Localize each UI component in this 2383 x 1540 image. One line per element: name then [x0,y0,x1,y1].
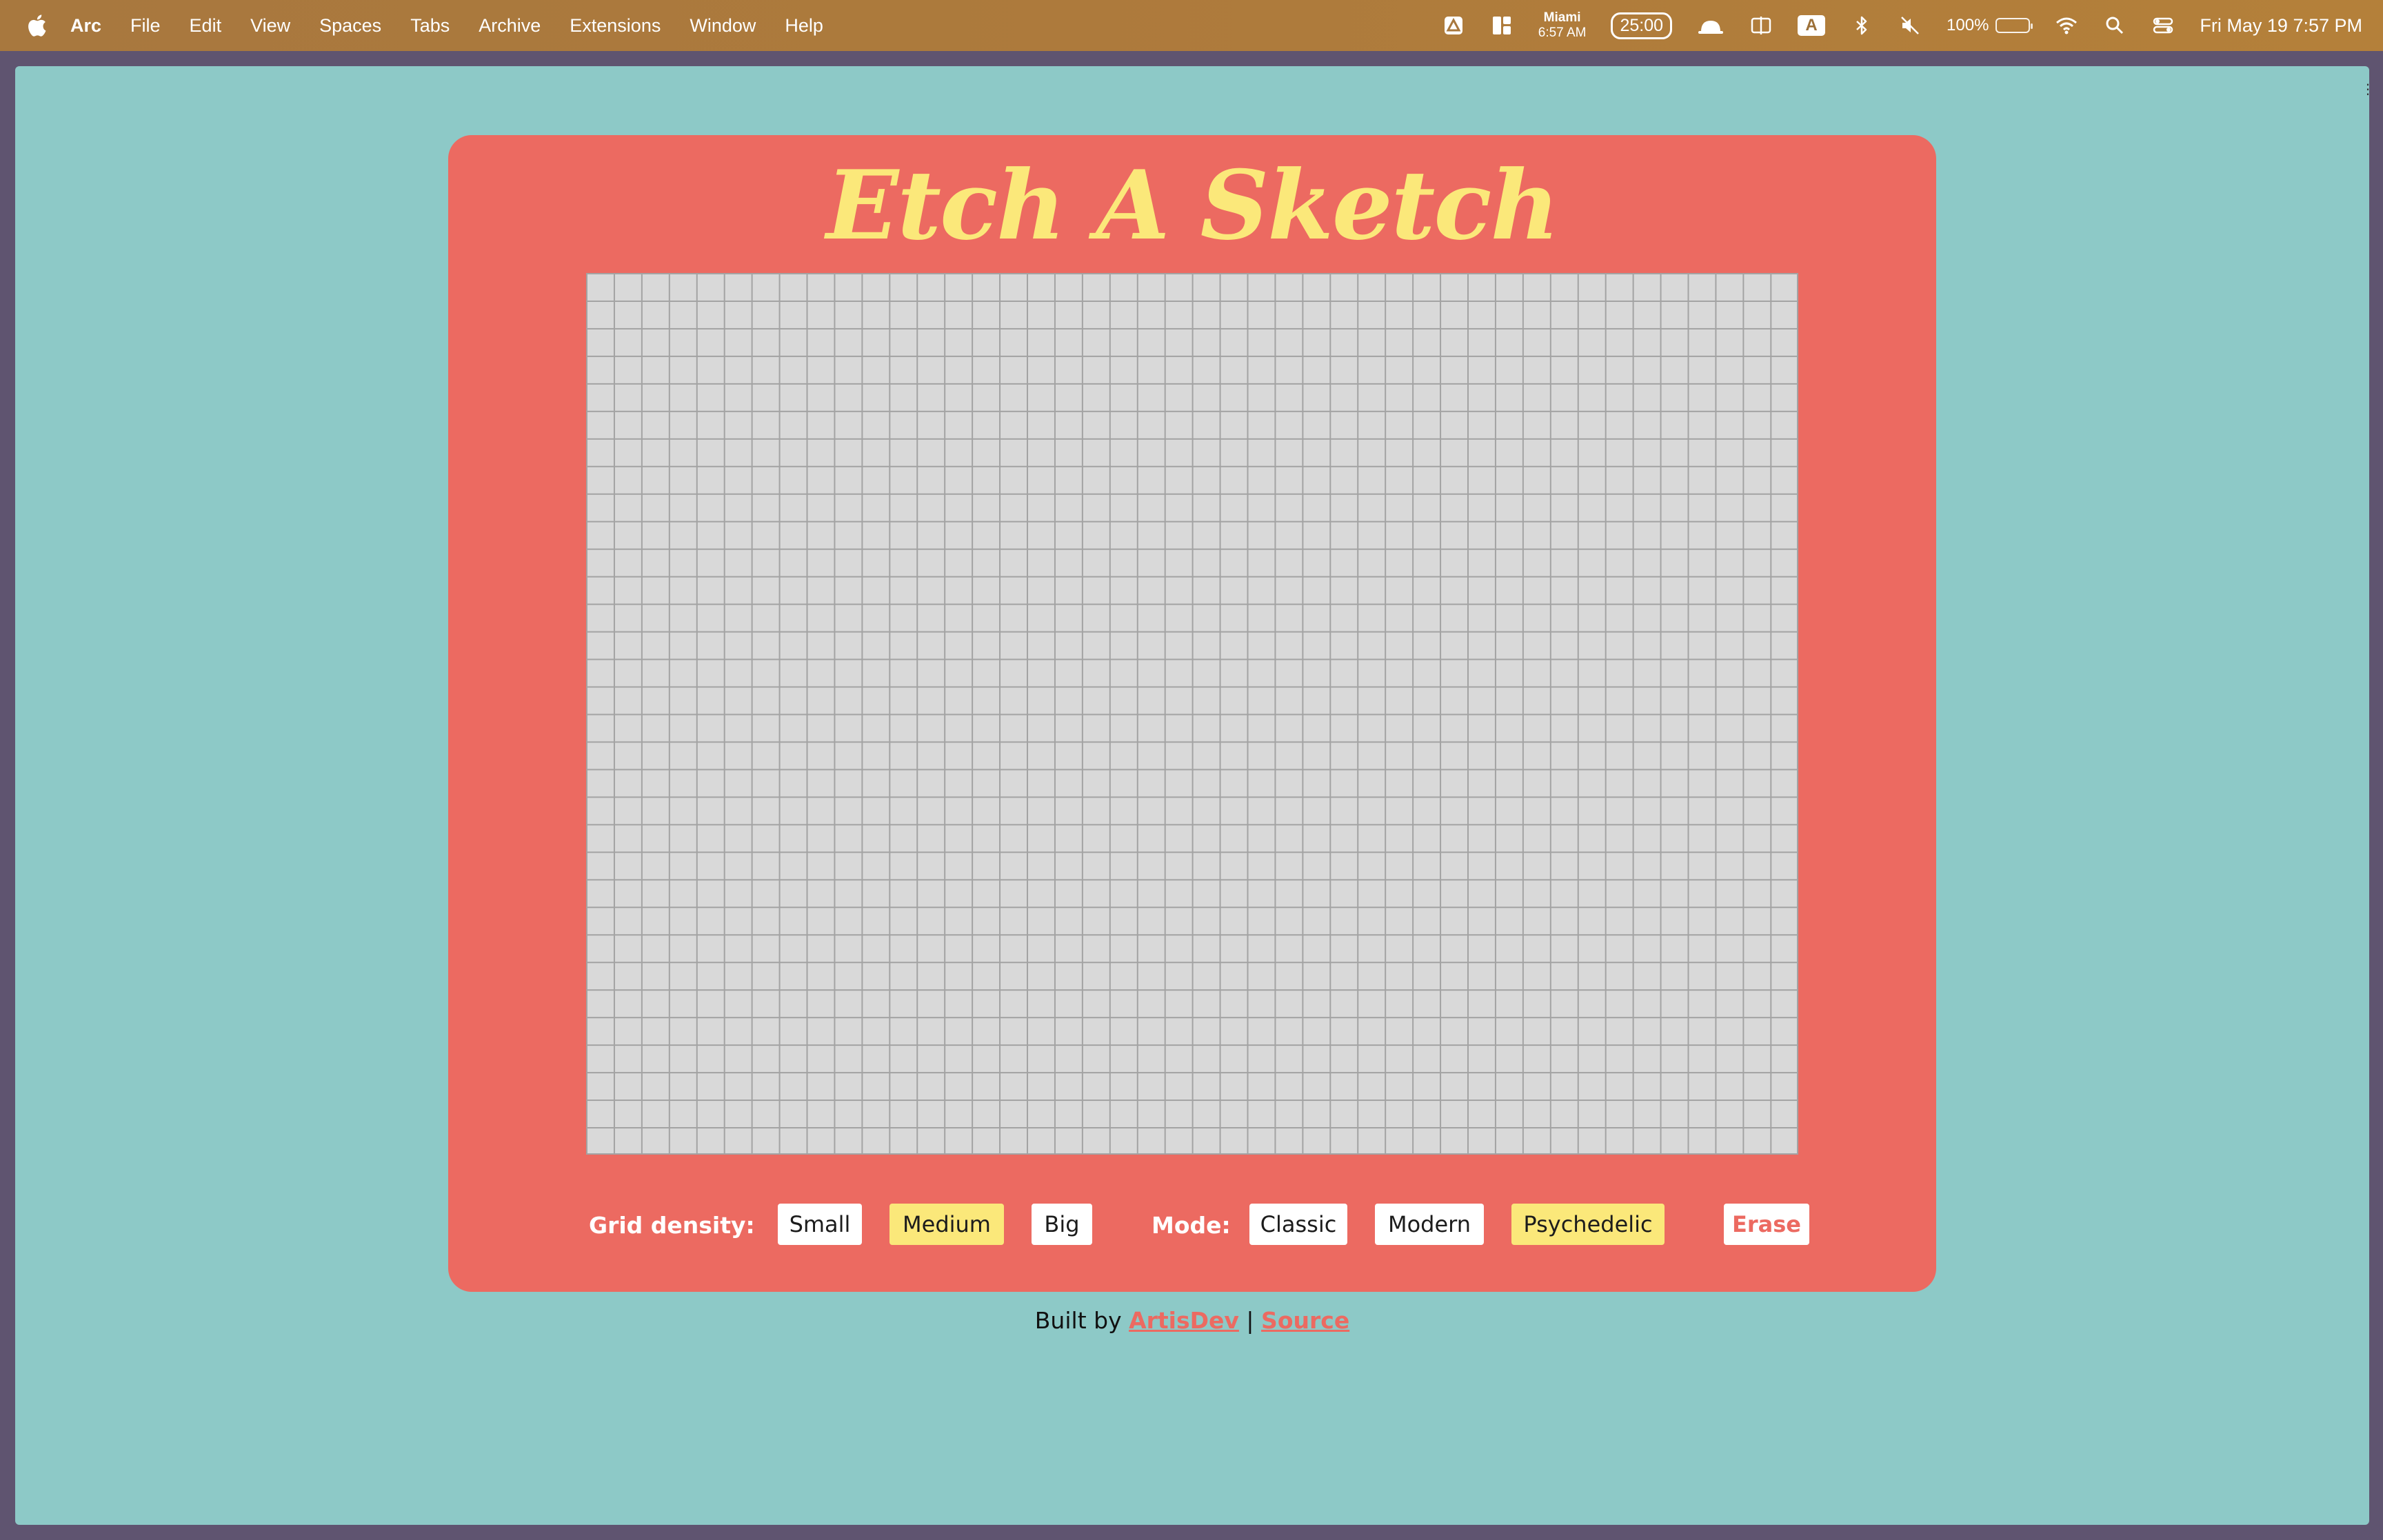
world-clock-time: 6:57 AM [1538,26,1587,40]
menu-tabs[interactable]: Tabs [410,15,450,37]
timer-badge[interactable]: 25:00 [1611,12,1673,39]
menu-help[interactable]: Help [785,15,823,37]
source-link[interactable]: Source [1261,1307,1349,1334]
menu-archive[interactable]: Archive [479,15,541,37]
footer: Built by ArtisDev | Source [15,1307,2369,1334]
bluetooth-icon[interactable] [1850,14,1873,37]
sketch-grid[interactable] [586,273,1798,1155]
menu-app-arc[interactable]: Arc [70,15,101,37]
search-icon[interactable] [2103,14,2126,37]
controls-bar: Grid density: Small Medium Big Mode: Cla… [448,1204,1936,1245]
battery-percent: 100% [1947,16,1989,34]
drag-handle-icon[interactable]: ⋮ [2361,83,2369,105]
menu-window[interactable]: Window [690,15,756,37]
menu-extensions[interactable]: Extensions [570,15,661,37]
world-clock[interactable]: Miami 6:57 AM [1538,10,1587,41]
erase-button[interactable]: Erase [1724,1204,1809,1245]
menu-file[interactable]: File [130,15,161,37]
menu-bar: Arc File Edit View Spaces Tabs Archive E… [0,0,2383,51]
world-clock-city: Miami [1543,10,1581,25]
menu-spaces[interactable]: Spaces [319,15,381,37]
etch-a-sketch-card: Etch A Sketch Grid density: Small Medium… [448,135,1936,1292]
mode-label: Mode: [1152,1212,1231,1239]
page-title: Etch A Sketch [826,149,1560,261]
control-center-icon[interactable] [2151,14,2175,37]
web-page: ⋮ Etch A Sketch Grid density: Small Medi… [15,66,2369,1525]
density-medium-button[interactable]: Medium [889,1204,1004,1245]
footer-separator: | [1246,1307,1254,1334]
menu-edit[interactable]: Edit [190,15,222,37]
input-source-icon[interactable]: A [1798,15,1826,36]
split-view-icon[interactable] [1749,14,1773,37]
grid-density-label: Grid density: [589,1212,755,1239]
mode-classic-button[interactable]: Classic [1249,1204,1347,1245]
density-small-button[interactable]: Small [778,1204,862,1245]
mode-modern-button[interactable]: Modern [1375,1204,1484,1245]
wifi-icon[interactable] [2055,14,2078,37]
battery-status[interactable]: 100% [1947,16,2033,35]
mode-psychedelic-button[interactable]: Psychedelic [1511,1204,1665,1245]
footer-built-by: Built by [1034,1307,1122,1334]
menu-view[interactable]: View [250,15,290,37]
menubar-datetime[interactable]: Fri May 19 7:57 PM [2200,15,2362,37]
browser-window: ⋮ Etch A Sketch Grid density: Small Medi… [0,51,2383,1540]
battery-icon [1995,18,2033,33]
status-area: Miami 6:57 AM 25:00 A 100% Fri May 19 7:… [1417,0,2362,51]
density-big-button[interactable]: Big [1032,1204,1092,1245]
apple-logo-icon[interactable] [26,14,47,37]
muted-speaker-icon[interactable] [1898,14,1922,37]
window-layout-icon[interactable] [1490,14,1514,37]
drive-icon[interactable] [1442,14,1465,37]
author-link[interactable]: ArtisDev [1129,1307,1239,1334]
cloud-hat-icon[interactable] [1697,14,1725,37]
